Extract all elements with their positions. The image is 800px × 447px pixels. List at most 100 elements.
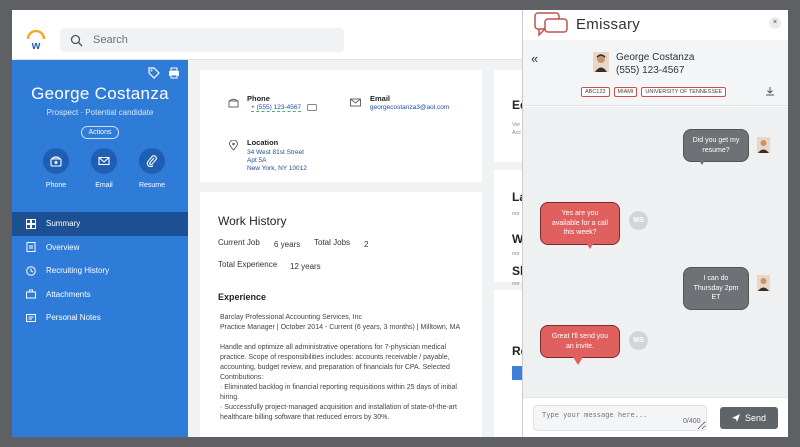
chat-contact-phone: (555) 123-4567: [616, 65, 685, 76]
workday-logo-icon[interactable]: w: [26, 30, 46, 50]
email-icon: [350, 98, 361, 107]
nav-label: Personal Notes: [46, 313, 101, 323]
message-input[interactable]: [533, 405, 707, 431]
compose-bar: 0/400 Send: [523, 397, 788, 437]
current-job-label: Current Job: [218, 238, 260, 247]
education-line1: Ver: [512, 122, 521, 128]
download-icon[interactable]: [765, 86, 775, 96]
collapse-chevron-icon[interactable]: «: [531, 51, 538, 66]
chat-thread: Did you get my resume? Yes are you avail…: [523, 107, 788, 397]
resume-action[interactable]: Resume: [135, 148, 169, 189]
app-frame: w Search George Costanza Prospect · Pote…: [12, 10, 788, 437]
incoming-message: I can do Thursday 2pm ET: [683, 267, 749, 310]
emissary-logo-icon: [534, 12, 568, 37]
references-card: Re: [494, 290, 527, 437]
profile-panel: George Costanza Prospect · Potential can…: [12, 60, 188, 437]
current-job-value: 6 years: [274, 240, 301, 249]
candidate-name: George Costanza: [31, 84, 169, 103]
briefcase-icon: [26, 289, 36, 299]
role-line: Practice Manager | October 2014 - Curren…: [220, 324, 461, 331]
actions-button[interactable]: Actions: [81, 126, 119, 139]
total-jobs-value: 2: [364, 240, 369, 249]
tag-icon[interactable]: [148, 66, 160, 84]
role-description: Handle and optimize all administrative o…: [220, 344, 450, 381]
bubble-tail: [573, 357, 583, 365]
incoming-message: Did you get my resume?: [683, 129, 749, 162]
tag-badge: ABC123: [581, 87, 610, 97]
user-initials-avatar: MS: [629, 331, 648, 350]
emissary-panel: Emissary × « George Costanza (555) 123-4…: [522, 10, 788, 437]
contact-avatar: [593, 52, 609, 72]
skills-text: nor: [512, 281, 520, 287]
experience-entry: Barclay Professional Accounting Services…: [220, 313, 470, 423]
nav-item-personal-notes[interactable]: Personal Notes: [12, 306, 188, 330]
bubble-tail: [697, 157, 707, 165]
profile-toolbar: [148, 66, 180, 84]
email-action[interactable]: Email: [87, 148, 121, 189]
paperclip-icon: [146, 155, 157, 167]
tag-badge: UNIVERSITY OF TENNESSEE: [641, 87, 727, 97]
skills-card: La nor W nor Sk nor: [494, 170, 527, 287]
total-experience-label: Total Experience: [218, 260, 278, 269]
nav-item-recruiting-history[interactable]: Recruiting History: [12, 259, 188, 283]
company-name: Barclay Professional Accounting Services…: [220, 314, 363, 321]
candidate-status: Prospect · Potential candidate: [46, 108, 154, 117]
nav-item-summary[interactable]: Summary: [12, 212, 188, 236]
nav-label: Summary: [46, 219, 81, 229]
search-bar[interactable]: Search: [60, 28, 344, 52]
phone-label: Phone: [247, 94, 270, 103]
character-counter: 0/400: [683, 418, 701, 425]
search-icon: [70, 34, 83, 46]
education-line2: Acc: [512, 130, 522, 136]
sms-icon[interactable]: [307, 104, 317, 112]
nav-label: Attachments: [46, 289, 91, 299]
nav-label: Overview: [46, 242, 80, 252]
contact-avatar: [757, 137, 770, 153]
phone-action-label: Phone: [45, 182, 67, 189]
work-history-title: Work History: [218, 214, 287, 228]
phone-icon: [228, 98, 239, 108]
user-initials-avatar: MS: [629, 211, 648, 230]
nav-label: Recruiting History: [46, 266, 110, 276]
contact-tags: ABC123 MIAMI UNIVERSITY OF TENNESSEE: [581, 87, 727, 97]
email-icon: [98, 156, 110, 166]
nav-item-overview[interactable]: Overview: [12, 236, 188, 260]
chat-contact-header: « George Costanza (555) 123-4567 ABC123 …: [523, 40, 788, 106]
bubble-tail: [697, 295, 707, 303]
quick-actions: Phone Email Resume: [39, 148, 169, 189]
bullet-1: · Eliminated backlog in financial report…: [220, 384, 457, 401]
svg-text:w: w: [31, 40, 41, 50]
outgoing-message: Yes are you available for a call this we…: [540, 202, 620, 245]
websites-text: nor: [512, 251, 520, 257]
total-jobs-label: Total Jobs: [314, 238, 351, 247]
contact-avatar: [757, 275, 770, 291]
send-label: Send: [744, 413, 767, 423]
phone-action[interactable]: Phone: [39, 148, 73, 189]
work-history-card: Work History Current Job 6 years Total J…: [200, 192, 482, 437]
bullet-2: · Successfully project-managed acquisiti…: [220, 404, 457, 421]
nav-item-attachments[interactable]: Attachments: [12, 283, 188, 307]
total-experience-value: 12 years: [290, 262, 321, 271]
send-button[interactable]: Send: [720, 407, 778, 429]
languages-text: nor: [512, 211, 520, 217]
send-icon: [731, 414, 740, 422]
email-label: Email: [370, 94, 391, 103]
emissary-title: Emissary: [576, 16, 641, 33]
chat-contact-name: George Costanza: [616, 52, 695, 63]
address-line3: New York, NY 10012: [247, 165, 307, 172]
email-value[interactable]: georgecostanza3@aol.com: [370, 104, 449, 113]
resume-action-label: Resume: [138, 182, 166, 189]
document-icon: [26, 242, 36, 253]
clock-icon: [26, 265, 36, 276]
notes-icon: [26, 313, 36, 322]
location-label: Location: [247, 138, 279, 147]
print-icon[interactable]: [168, 66, 180, 84]
phone-value[interactable]: + (555) 123-4567: [251, 104, 302, 112]
education-card: Ed Ver Acc: [494, 70, 527, 162]
close-icon[interactable]: ×: [769, 17, 781, 29]
experience-heading: Experience: [218, 292, 267, 302]
grid-icon: [26, 218, 36, 229]
emissary-header: Emissary ×: [523, 10, 788, 40]
profile-nav: Summary Overview Recruiting History Atta…: [12, 212, 188, 330]
search-placeholder: Search: [93, 34, 128, 46]
